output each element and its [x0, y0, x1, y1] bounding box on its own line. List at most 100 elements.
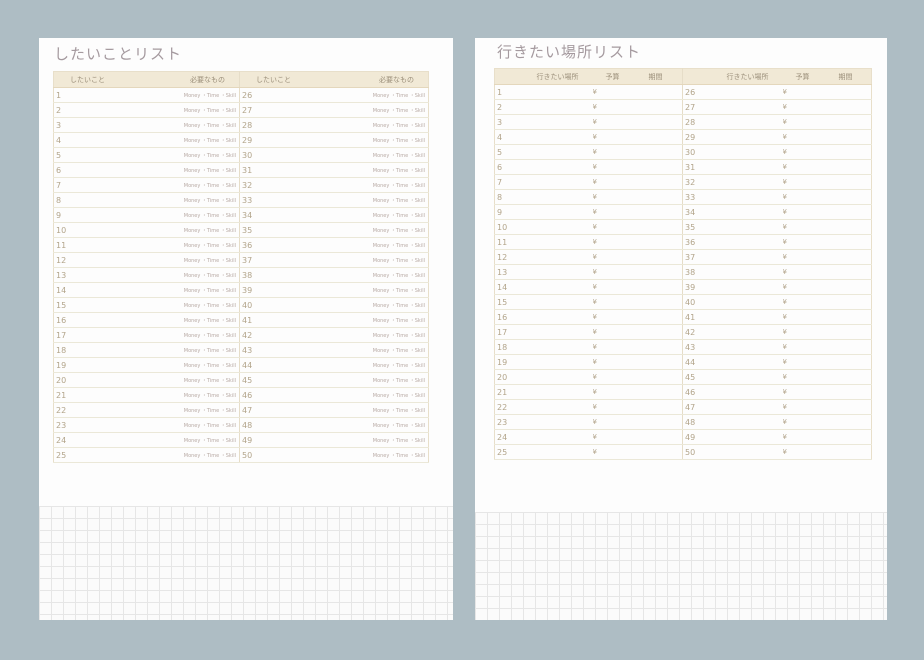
row-number: 19	[494, 354, 593, 370]
needs-label: Money ・Time ・Skill	[370, 402, 429, 418]
budget-currency: ¥	[592, 294, 631, 310]
row-number: 50	[239, 447, 371, 463]
row-number: 9	[53, 207, 183, 223]
needs-label: Money ・Time ・Skill	[370, 117, 429, 133]
wish-list-page: したいことリスト したいこと 必要なもの したいこと 必要なもの 1 Money …	[39, 38, 453, 620]
row-number: 28	[682, 114, 783, 130]
budget-currency: ¥	[592, 204, 631, 220]
place-list-title: 行きたい場所リスト	[497, 43, 642, 61]
budget-currency: ¥	[782, 264, 821, 280]
row-number: 41	[682, 309, 783, 325]
needs-label: Money ・Time ・Skill	[370, 162, 429, 178]
grid-paper-area	[475, 512, 887, 620]
wish-list-row: 22 Money ・Time ・Skill 47 Money ・Time ・Skill	[53, 402, 429, 418]
period-cell	[630, 264, 683, 280]
wish-header-activity-1: したいこと	[53, 71, 183, 88]
row-number: 45	[239, 372, 371, 388]
place-list-row: 6 ¥31 ¥	[494, 159, 872, 175]
needs-label: Money ・Time ・Skill	[370, 132, 429, 148]
period-cell	[630, 429, 683, 445]
wish-list-row: 6 Money ・Time ・Skill 31 Money ・Time ・Skill	[53, 162, 429, 178]
period-cell	[630, 204, 683, 220]
row-number: 26	[682, 84, 783, 100]
place-list-row: 18 ¥43 ¥	[494, 339, 872, 355]
needs-label: Money ・Time ・Skill	[182, 267, 240, 283]
row-number: 7	[494, 174, 593, 190]
place-header-budget-1: 予算	[592, 68, 631, 85]
row-number: 25	[494, 444, 593, 460]
place-list-row: 20 ¥45 ¥	[494, 369, 872, 385]
place-header-budget-2: 予算	[782, 68, 821, 85]
row-number: 5	[53, 147, 183, 163]
place-list-row: 17 ¥42 ¥	[494, 324, 872, 340]
row-number: 42	[239, 327, 371, 343]
wish-list-row: 3 Money ・Time ・Skill 28 Money ・Time ・Skill	[53, 117, 429, 133]
wish-list-row: 5 Money ・Time ・Skill 30 Money ・Time ・Skill	[53, 147, 429, 163]
place-list-row: 13 ¥38 ¥	[494, 264, 872, 280]
needs-label: Money ・Time ・Skill	[370, 192, 429, 208]
needs-label: Money ・Time ・Skill	[182, 372, 240, 388]
row-number: 38	[682, 264, 783, 280]
place-header-destination-1: 行きたい場所	[494, 68, 593, 85]
wish-list-row: 7 Money ・Time ・Skill 32 Money ・Time ・Skill	[53, 177, 429, 193]
row-number: 12	[494, 249, 593, 265]
budget-currency: ¥	[592, 369, 631, 385]
row-number: 16	[494, 309, 593, 325]
place-list-row: 5 ¥30 ¥	[494, 144, 872, 160]
row-number: 23	[53, 417, 183, 433]
row-number: 27	[239, 102, 371, 118]
row-number: 31	[682, 159, 783, 175]
wish-list-row: 21 Money ・Time ・Skill 46 Money ・Time ・Skill	[53, 387, 429, 403]
wish-list-row: 8 Money ・Time ・Skill 33 Money ・Time ・Skill	[53, 192, 429, 208]
needs-label: Money ・Time ・Skill	[182, 177, 240, 193]
budget-currency: ¥	[592, 219, 631, 235]
row-number: 16	[53, 312, 183, 328]
place-header-period-2: 期間	[820, 68, 872, 85]
period-cell	[820, 354, 872, 370]
period-cell	[820, 234, 872, 250]
row-number: 10	[53, 222, 183, 238]
period-cell	[820, 444, 872, 460]
row-number: 15	[494, 294, 593, 310]
row-number: 2	[53, 102, 183, 118]
row-number: 11	[494, 234, 593, 250]
row-number: 46	[239, 387, 371, 403]
budget-currency: ¥	[782, 249, 821, 265]
budget-currency: ¥	[782, 84, 821, 100]
row-number: 48	[239, 417, 371, 433]
budget-currency: ¥	[592, 429, 631, 445]
row-number: 10	[494, 219, 593, 235]
period-cell	[630, 399, 683, 415]
needs-label: Money ・Time ・Skill	[370, 282, 429, 298]
needs-label: Money ・Time ・Skill	[182, 132, 240, 148]
place-list-row: 24 ¥49 ¥	[494, 429, 872, 445]
period-cell	[630, 294, 683, 310]
budget-currency: ¥	[782, 129, 821, 145]
period-cell	[820, 159, 872, 175]
period-cell	[630, 219, 683, 235]
row-number: 13	[53, 267, 183, 283]
needs-label: Money ・Time ・Skill	[182, 402, 240, 418]
place-list-row: 25 ¥50 ¥	[494, 444, 872, 460]
period-cell	[630, 249, 683, 265]
row-number: 37	[682, 249, 783, 265]
wish-list-table: したいこと 必要なもの したいこと 必要なもの 1 Money ・Time ・Sk…	[53, 71, 429, 463]
wish-list-row: 13 Money ・Time ・Skill 38 Money ・Time ・Skill	[53, 267, 429, 283]
row-number: 11	[53, 237, 183, 253]
needs-label: Money ・Time ・Skill	[182, 237, 240, 253]
row-number: 29	[682, 129, 783, 145]
needs-label: Money ・Time ・Skill	[370, 222, 429, 238]
period-cell	[820, 399, 872, 415]
budget-currency: ¥	[782, 174, 821, 190]
budget-currency: ¥	[782, 414, 821, 430]
budget-currency: ¥	[592, 189, 631, 205]
needs-label: Money ・Time ・Skill	[182, 192, 240, 208]
row-number: 44	[682, 354, 783, 370]
row-number: 6	[53, 162, 183, 178]
needs-label: Money ・Time ・Skill	[182, 117, 240, 133]
needs-label: Money ・Time ・Skill	[182, 312, 240, 328]
row-number: 3	[494, 114, 593, 130]
budget-currency: ¥	[782, 144, 821, 160]
row-number: 44	[239, 357, 371, 373]
needs-label: Money ・Time ・Skill	[370, 312, 429, 328]
